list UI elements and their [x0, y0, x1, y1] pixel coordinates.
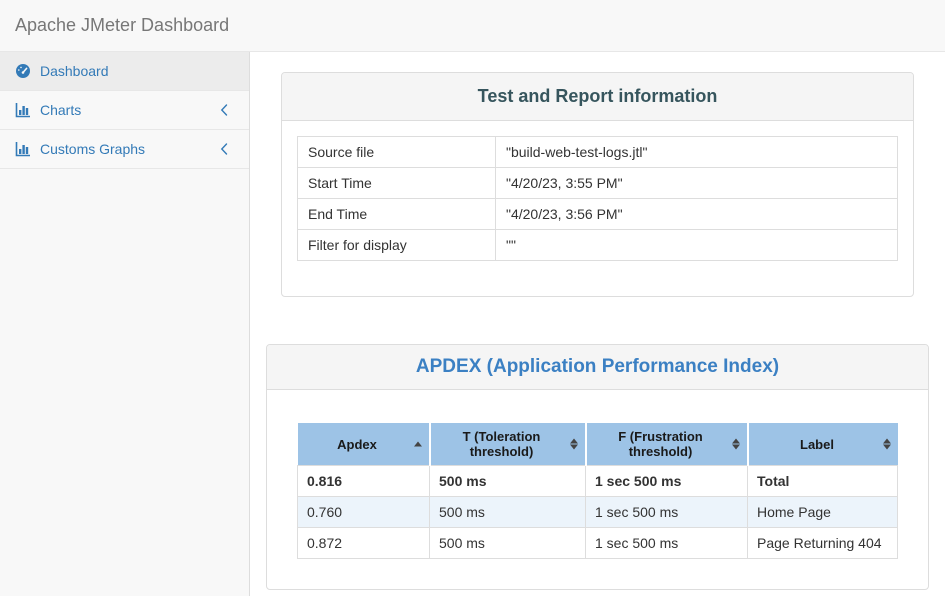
table-header-row: Apdex T (Toleration threshold) F (Frustr… — [298, 423, 898, 466]
test-info-panel-body: Source file "build-web-test-logs.jtl" St… — [282, 121, 913, 296]
app-title: Apache JMeter Dashboard — [15, 15, 229, 36]
apdex-panel-title: APDEX (Application Performance Index) — [416, 356, 779, 377]
sort-both-icon — [883, 439, 891, 450]
column-header-apdex[interactable]: Apdex — [298, 423, 430, 466]
chevron-left-icon — [220, 104, 230, 116]
chevron-left-icon — [220, 143, 230, 155]
table-row: Filter for display "" — [298, 230, 898, 261]
test-info-panel: Test and Report information Source file … — [281, 72, 914, 297]
label-value: Total — [748, 466, 898, 497]
test-info-table: Source file "build-web-test-logs.jtl" St… — [297, 136, 898, 261]
table-row: Source file "build-web-test-logs.jtl" — [298, 137, 898, 168]
apdex-value: 0.760 — [298, 497, 430, 528]
info-label: Filter for display — [298, 230, 496, 261]
sidebar-item-dashboard[interactable]: Dashboard — [0, 52, 249, 91]
apdex-value: 0.816 — [298, 466, 430, 497]
toleration-value: 500 ms — [430, 466, 586, 497]
apdex-panel: APDEX (Application Performance Index) Ap… — [266, 344, 929, 590]
table-row: Start Time "4/20/23, 3:55 PM" — [298, 168, 898, 199]
info-label: Start Time — [298, 168, 496, 199]
frustration-value: 1 sec 500 ms — [586, 528, 748, 559]
toleration-value: 500 ms — [430, 497, 586, 528]
sidebar: Dashboard Charts — [0, 52, 250, 596]
bar-chart-icon — [15, 141, 31, 157]
sidebar-item-charts[interactable]: Charts — [0, 91, 249, 130]
column-header-toleration[interactable]: T (Toleration threshold) — [430, 423, 586, 466]
sidebar-item-customs-graphs[interactable]: Customs Graphs — [0, 130, 249, 169]
sidebar-item-label: Charts — [40, 102, 220, 118]
sort-both-icon — [570, 439, 578, 450]
label-value: Page Returning 404 — [748, 528, 898, 559]
sort-ascending-icon — [414, 442, 422, 447]
table-row: 0.872 500 ms 1 sec 500 ms Page Returning… — [298, 528, 898, 559]
apdex-panel-body: Apdex T (Toleration threshold) F (Frustr… — [267, 390, 928, 589]
sidebar-item-label: Customs Graphs — [40, 141, 220, 157]
bar-chart-icon — [15, 102, 31, 118]
info-label: Source file — [298, 137, 496, 168]
info-label: End Time — [298, 199, 496, 230]
main-content: Test and Report information Source file … — [250, 52, 945, 596]
column-header-label[interactable]: Label — [748, 423, 898, 466]
sidebar-item-label: Dashboard — [40, 63, 234, 79]
test-info-panel-title: Test and Report information — [478, 86, 718, 106]
info-value: "4/20/23, 3:55 PM" — [496, 168, 898, 199]
sort-both-icon — [732, 439, 740, 450]
label-value: Home Page — [748, 497, 898, 528]
toleration-value: 500 ms — [430, 528, 586, 559]
top-navbar: Apache JMeter Dashboard — [0, 0, 945, 52]
table-row: End Time "4/20/23, 3:56 PM" — [298, 199, 898, 230]
info-value: "" — [496, 230, 898, 261]
frustration-value: 1 sec 500 ms — [586, 497, 748, 528]
apdex-value: 0.872 — [298, 528, 430, 559]
table-row: 0.760 500 ms 1 sec 500 ms Home Page — [298, 497, 898, 528]
column-header-frustration[interactable]: F (Frustration threshold) — [586, 423, 748, 466]
table-row-total: 0.816 500 ms 1 sec 500 ms Total — [298, 466, 898, 497]
info-value: "build-web-test-logs.jtl" — [496, 137, 898, 168]
apdex-panel-heading: APDEX (Application Performance Index) — [267, 345, 928, 390]
frustration-value: 1 sec 500 ms — [586, 466, 748, 497]
apdex-table: Apdex T (Toleration threshold) F (Frustr… — [297, 423, 898, 559]
info-value: "4/20/23, 3:56 PM" — [496, 199, 898, 230]
test-info-panel-heading: Test and Report information — [282, 73, 913, 121]
gauge-icon — [15, 63, 31, 79]
